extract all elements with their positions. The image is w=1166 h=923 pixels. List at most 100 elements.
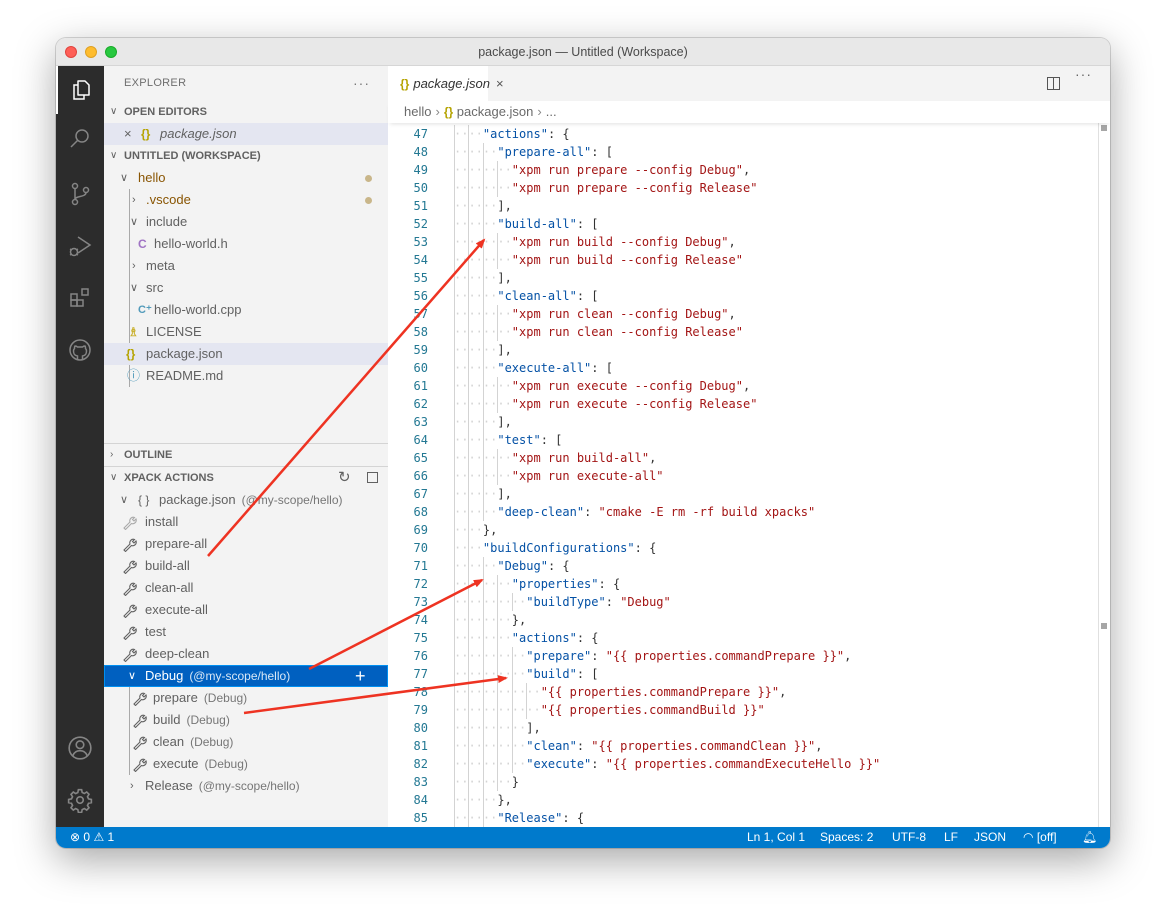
open-editors-header[interactable]: ∨ OPEN EDITORS xyxy=(104,101,388,123)
tree-item-vscode[interactable]: › .vscode xyxy=(104,189,388,211)
extensions-icon[interactable] xyxy=(56,274,104,322)
debug-action-build[interactable]: build (Debug) xyxy=(104,709,388,731)
chevron-down-icon: ∨ xyxy=(130,282,139,294)
open-editors-label: OPEN EDITORS xyxy=(124,106,207,118)
debug-action-clean[interactable]: clean (Debug) xyxy=(104,731,388,753)
breadcrumb-item[interactable]: hello xyxy=(404,104,431,119)
code-line: 69 ····}, xyxy=(388,521,1098,539)
tree-item-license[interactable]: ♗ LICENSE xyxy=(104,321,388,343)
xpack-action-install[interactable]: install xyxy=(104,511,388,533)
tree-item-hello[interactable]: ∨ hello xyxy=(104,167,388,189)
end-of-line[interactable]: LF xyxy=(944,827,958,848)
tree-item-meta[interactable]: › meta xyxy=(104,255,388,277)
action-label: prepare-all xyxy=(145,536,208,551)
tree-item-hello-world-cpp[interactable]: C⁺ hello-world.cpp xyxy=(104,299,388,321)
xpack-action-test[interactable]: test xyxy=(104,621,388,643)
whitespace-dots: ·········· xyxy=(454,649,527,663)
wrench-icon xyxy=(132,713,148,729)
refresh-icon[interactable]: ↻ xyxy=(338,467,351,489)
tree-item-package-json[interactable]: {} package.json xyxy=(104,343,388,365)
xpack-debug-config[interactable]: ∨ Debug (@my-scope/hello) + xyxy=(104,665,388,687)
zoom-window-button[interactable] xyxy=(105,46,117,58)
more-actions-icon[interactable]: ··· xyxy=(353,66,370,101)
code-text: ······"test": [ xyxy=(454,431,562,449)
json-string: "cmake -E rm -rf build xpacks" xyxy=(598,505,816,519)
live-share-status[interactable]: ◠ [off] xyxy=(1023,827,1057,848)
xpack-root-package-json[interactable]: ∨ { } package.json (@my-scope/hello) xyxy=(104,489,388,511)
code-text: ········"xpm run prepare --config Releas… xyxy=(454,179,757,197)
debug-action-prepare[interactable]: prepare (Debug) xyxy=(104,687,388,709)
line-number: 63 xyxy=(413,415,428,429)
explorer-icon[interactable] xyxy=(56,66,104,114)
line-number: 48 xyxy=(413,145,428,159)
debug-action-execute[interactable]: execute (Debug) xyxy=(104,753,388,775)
debug-desc: (@my-scope/hello) xyxy=(189,669,291,683)
json-punctuation: : { xyxy=(562,811,585,825)
xpack-actions-header[interactable]: ∨ XPACK ACTIONS ↻ xyxy=(104,467,388,489)
close-tab-icon[interactable]: × xyxy=(496,76,504,91)
account-icon[interactable] xyxy=(56,724,104,772)
outline-label: OUTLINE xyxy=(124,449,173,461)
indentation[interactable]: Spaces: 2 xyxy=(820,827,873,848)
breadcrumb-item[interactable]: ... xyxy=(546,104,557,119)
tree-item-readme[interactable]: ⓘ README.md xyxy=(104,365,388,387)
tree-item-src[interactable]: ∨ src xyxy=(104,277,388,299)
tree-item-hello-world-h[interactable]: C hello-world.h xyxy=(104,233,388,255)
workspace-label: UNTITLED (WORKSPACE) xyxy=(124,150,261,162)
settings-gear-icon[interactable] xyxy=(56,776,104,824)
breadcrumb-item[interactable]: package.json xyxy=(457,104,534,119)
xpack-action-deep-clean[interactable]: deep-clean xyxy=(104,643,388,665)
close-editor-icon[interactable]: × xyxy=(124,123,132,145)
problems-indicator[interactable]: ⊗ 0 ⚠ 1 xyxy=(70,827,114,848)
split-editor-icon[interactable] xyxy=(1047,77,1060,90)
cursor-position[interactable]: Ln 1, Col 1 xyxy=(747,827,805,848)
code-line: 84 ······}, xyxy=(388,791,1098,809)
xpack-action-clean-all[interactable]: clean-all xyxy=(104,577,388,599)
json-file-icon: {} xyxy=(126,347,136,361)
line-number: 77 xyxy=(413,667,428,681)
xpack-release-config[interactable]: › Release (@my-scope/hello) xyxy=(104,775,388,797)
json-punctuation: ], xyxy=(497,415,512,429)
json-key: "execute" xyxy=(526,757,592,771)
vscode-window: package.json — Untitled (Workspace) EXPL… xyxy=(56,38,1110,848)
notifications-bell-icon[interactable]: 🔔︎ xyxy=(1082,827,1097,848)
add-icon[interactable]: + xyxy=(355,665,366,687)
xpack-action-prepare-all[interactable]: prepare-all xyxy=(104,533,388,555)
line-number: 79 xyxy=(413,703,428,717)
json-punctuation: , xyxy=(728,307,736,321)
source-control-icon[interactable] xyxy=(56,170,104,218)
tab-label: package.json xyxy=(413,76,490,91)
github-icon[interactable] xyxy=(56,326,104,374)
run-debug-icon[interactable] xyxy=(56,222,104,270)
code-line: 66 ········"xpm run execute-all" xyxy=(388,467,1098,485)
line-number: 71 xyxy=(413,559,428,573)
code-text: ····"buildConfigurations": { xyxy=(454,539,656,557)
tab-package-json[interactable]: {} package.json × xyxy=(388,66,504,101)
wrench-icon xyxy=(122,603,138,619)
open-editor-item[interactable]: × {} package.json xyxy=(104,123,388,145)
language-mode[interactable]: JSON xyxy=(974,827,1006,848)
line-number: 85 xyxy=(413,811,428,825)
code-text: ········"xpm run execute --config Releas… xyxy=(454,395,757,413)
vertical-scrollbar[interactable] xyxy=(1098,123,1110,827)
collapse-all-icon[interactable] xyxy=(367,472,378,483)
xpack-action-execute-all[interactable]: execute-all xyxy=(104,599,388,621)
close-window-button[interactable] xyxy=(65,46,77,58)
json-string: "xpm run prepare --config Debug" xyxy=(511,163,743,177)
code-line: 57 ········"xpm run clean --config Debug"… xyxy=(388,305,1098,323)
workspace-header[interactable]: ∨ UNTITLED (WORKSPACE) xyxy=(104,145,388,167)
code-text: ······"clean-all": [ xyxy=(454,287,599,305)
more-actions-icon[interactable]: ··· xyxy=(1075,66,1092,82)
line-number: 70 xyxy=(413,541,428,555)
code-editor[interactable]: 47 ····"actions": {48 ······"prepare-all":… xyxy=(388,123,1098,827)
code-text: ··········], xyxy=(454,719,541,737)
encoding[interactable]: UTF-8 xyxy=(892,827,926,848)
line-number: 69 xyxy=(413,523,428,537)
minimize-window-button[interactable] xyxy=(85,46,97,58)
xpack-action-build-all[interactable]: build-all xyxy=(104,555,388,577)
search-icon[interactable] xyxy=(56,114,104,162)
code-text: ······"prepare-all": [ xyxy=(454,143,613,161)
code-text: ········}, xyxy=(454,611,526,629)
outline-header[interactable]: › OUTLINE xyxy=(104,444,388,466)
tree-item-include[interactable]: ∨ include xyxy=(104,211,388,233)
